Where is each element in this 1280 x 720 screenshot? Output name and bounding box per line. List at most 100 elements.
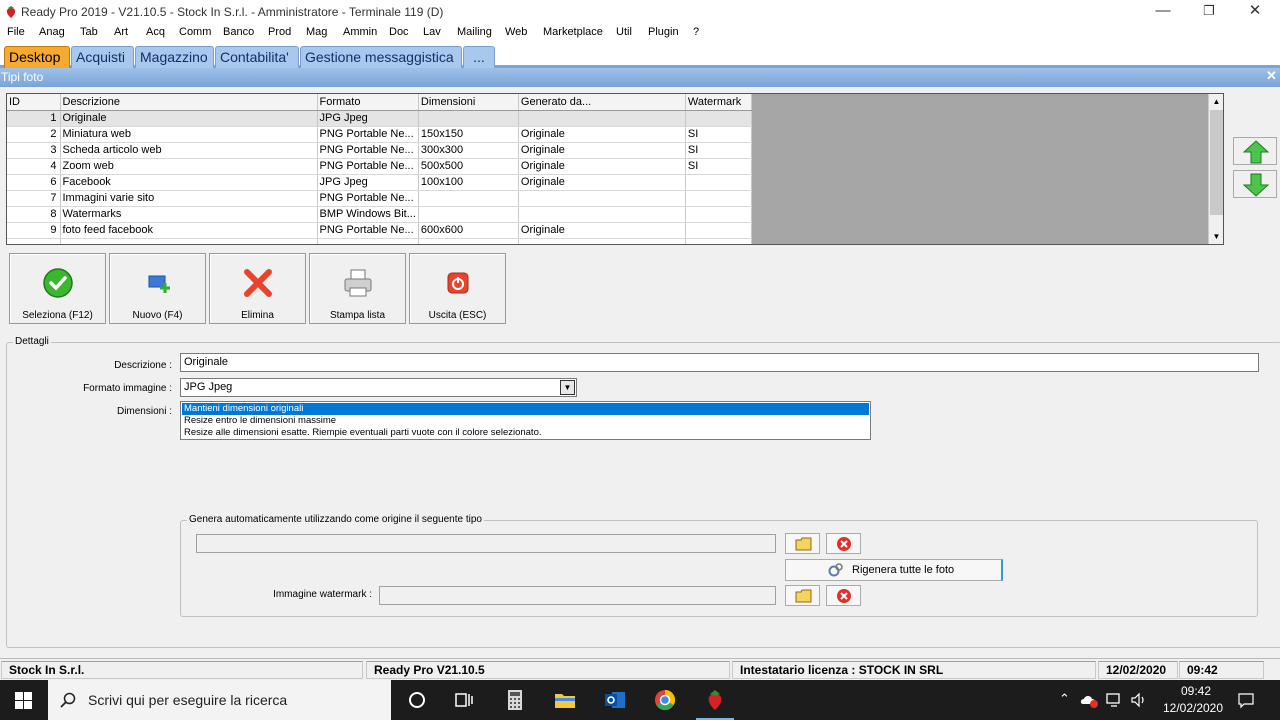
menu-web[interactable]: Web [505,26,527,38]
scroll-thumb[interactable] [1210,110,1223,215]
col-header-watermark[interactable]: Watermark [685,94,752,111]
descrizione-input[interactable]: Originale [180,353,1259,372]
tab-magazzino[interactable]: Magazzino [135,46,214,68]
menu-anag[interactable]: Anag [39,26,65,38]
menu-help[interactable]: ? [693,26,699,38]
scroll-up-arrow-icon[interactable]: ▲ [1209,94,1223,109]
tab-contabilita[interactable]: Contabilita' [215,46,299,68]
cell-dimensioni [418,190,519,207]
close-button[interactable]: ✕ [1232,0,1278,24]
dimensioni-option-resize-esatte[interactable]: Resize alle dimensioni esatte. Riempie e… [182,427,869,439]
restore-button[interactable]: ❐ [1186,0,1232,24]
menu-mag[interactable]: Mag [306,26,327,38]
menu-banco[interactable]: Banco [223,26,254,38]
menu-lav[interactable]: Lav [423,26,441,38]
task-view-icon[interactable] [452,688,476,712]
tab-bar: Desktop Acquisti Magazzino Contabilita' … [0,43,1280,68]
status-license: Intestatario licenza : STOCK IN SRL [732,661,1096,679]
menu-art[interactable]: Art [114,26,128,38]
cell-formato: BMP Windows Bit... [317,206,419,223]
cell-descrizione: foto feed facebook [60,222,318,239]
ready-pro-strawberry-icon[interactable] [703,688,727,712]
cell-generato-da: Originale [518,126,686,143]
col-header-generato-da[interactable]: Generato da... [518,94,686,111]
cell-dimensioni [418,110,519,127]
move-up-button[interactable] [1233,137,1277,165]
outlook-icon[interactable] [603,688,627,712]
status-bar: Stock In S.r.l. Ready Pro V21.10.5 Intes… [0,658,1280,680]
taskbar-clock-date[interactable]: 12/02/2020 [1153,701,1233,715]
menu-acq[interactable]: Acq [146,26,165,38]
table-row[interactable]: 8 Watermarks BMP Windows Bit... [7,206,752,223]
menu-file[interactable]: File [7,26,25,38]
arrow-up-green-icon [1242,140,1270,164]
col-header-dimensioni[interactable]: Dimensioni [418,94,519,111]
move-down-button[interactable] [1233,170,1277,198]
rigenera-foto-button[interactable]: Rigenera tutte le foto [785,559,1003,581]
browse-watermark-button[interactable] [785,585,820,606]
windows-start-icon[interactable] [15,692,32,709]
table-row[interactable]: 3 Scheda articolo web PNG Portable Ne...… [7,142,752,159]
file-explorer-icon[interactable] [553,688,577,712]
grid-vertical-scrollbar[interactable]: ▲ ▼ [1208,94,1223,244]
tab-gestione-messaggistica[interactable]: Gestione messaggistica [300,46,462,68]
cell-id: 8 [7,206,61,223]
col-header-formato[interactable]: Formato [317,94,419,111]
dimensioni-option-resize-massime[interactable]: Resize entro le dimensioni massime [182,415,869,427]
cortana-icon[interactable] [405,688,429,712]
menu-tab[interactable]: Tab [80,26,98,38]
subwindow-close-button[interactable]: ✕ [1266,68,1277,84]
col-header-id[interactable]: ID [7,94,61,111]
table-row[interactable]: 7 Immagini varie sito PNG Portable Ne... [7,190,752,207]
chrome-icon[interactable] [653,688,677,712]
menu-doc[interactable]: Doc [389,26,409,38]
origine-tipo-input[interactable] [196,534,776,553]
taskbar-search-box[interactable]: Scrivi qui per eseguire la ricerca [48,680,391,720]
cell-formato: PNG Portable Ne... [317,142,419,159]
dimensioni-listbox[interactable]: Mantieni dimensioni originali Resize ent… [180,401,871,440]
formato-immagine-select[interactable]: JPG Jpeg ▼ [180,378,577,397]
volume-icon[interactable] [1130,691,1148,709]
menu-util[interactable]: Util [616,26,632,38]
dimensioni-option-mantieni[interactable]: Mantieni dimensioni originali [182,403,869,415]
immagine-watermark-input[interactable] [379,586,776,605]
menu-prod[interactable]: Prod [268,26,291,38]
table-row[interactable]: 1 Originale JPG Jpeg [7,110,752,127]
strawberry-logo-icon [6,6,16,18]
seleziona-button[interactable]: Seleziona (F12) [9,253,106,324]
menu-mailing[interactable]: Mailing [457,26,492,38]
tab-acquisti[interactable]: Acquisti [71,46,134,68]
clear-watermark-button[interactable] [826,585,861,606]
menu-plugin[interactable]: Plugin [648,26,679,38]
notifications-icon[interactable] [1237,691,1255,709]
tab-desktop[interactable]: Desktop [4,46,70,68]
network-icon[interactable] [1105,691,1123,709]
table-row[interactable]: 6 Facebook JPG Jpeg 100x100 Originale [7,174,752,191]
table-row[interactable]: 9 foto feed facebook PNG Portable Ne... … [7,222,752,239]
clear-origine-button[interactable] [826,533,861,554]
tray-chevron-up-icon[interactable]: ⌃ [1059,691,1070,707]
menu-ammin[interactable]: Ammin [343,26,377,38]
calculator-icon[interactable] [503,688,527,712]
elimina-button[interactable]: Elimina [209,253,306,324]
cell-generato-da: Originale [518,158,686,175]
menu-comm[interactable]: Comm [179,26,211,38]
scroll-down-arrow-icon[interactable]: ▼ [1209,229,1223,244]
onedrive-error-icon[interactable] [1080,692,1098,708]
taskbar-clock-time[interactable]: 09:42 [1159,684,1233,698]
nuovo-button[interactable]: Nuovo (F4) [109,253,206,324]
uscita-button[interactable]: Uscita (ESC) [409,253,506,324]
col-header-descrizione[interactable]: Descrizione [60,94,318,111]
stampa-lista-button[interactable]: Stampa lista [309,253,406,324]
tab-more[interactable]: ... [463,46,495,68]
cell-dimensioni: 100x100 [418,174,519,191]
table-row[interactable]: 4 Zoom web PNG Portable Ne... 500x500 Or… [7,158,752,175]
browse-origine-button[interactable] [785,533,820,554]
nuovo-label: Nuovo (F4) [132,310,183,321]
cell-dimensioni: 600x600 [418,222,519,239]
minimize-button[interactable]: — [1140,0,1186,24]
menu-marketplace[interactable]: Marketplace [543,26,603,38]
table-row[interactable]: 2 Miniatura web PNG Portable Ne... 150x1… [7,126,752,143]
tipi-foto-grid[interactable]: ID Descrizione Formato Dimensioni Genera… [6,93,1224,245]
chevron-down-icon[interactable]: ▼ [560,380,575,395]
